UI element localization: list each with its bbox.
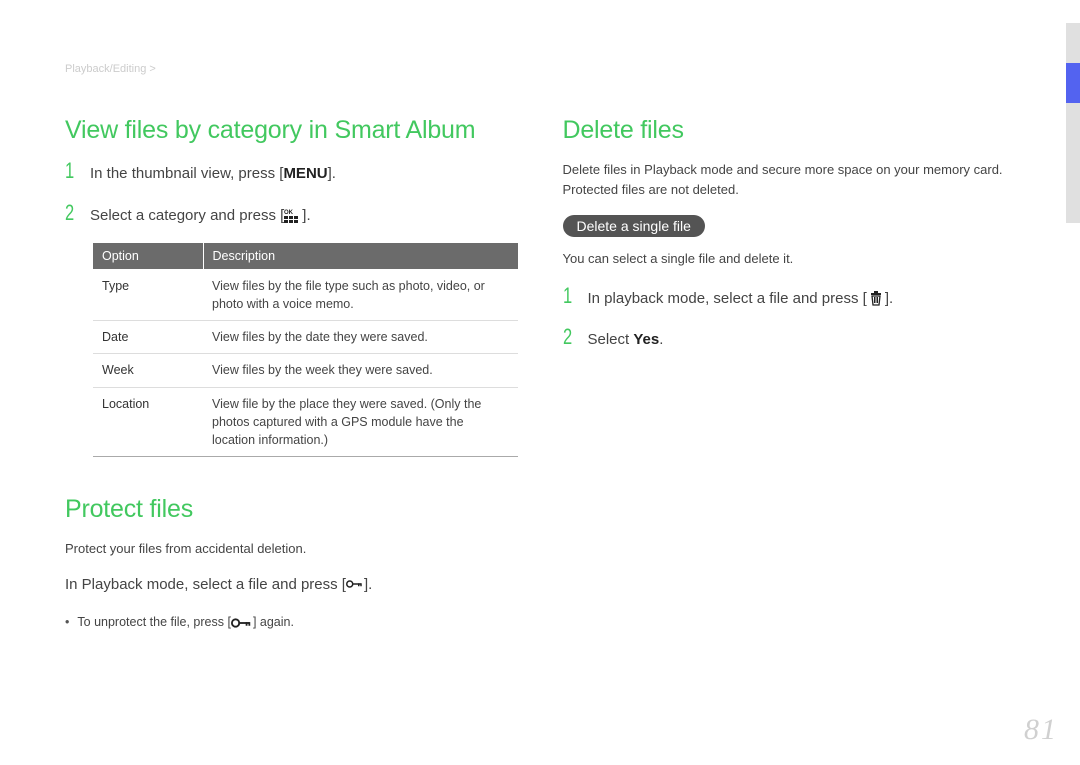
row-2-opt: Week (93, 354, 203, 387)
row-3-desc: View file by the place they were saved. … (203, 387, 518, 456)
svg-text:OK: OK (284, 210, 294, 216)
key-icon (346, 576, 364, 592)
delete-step-2-text: Select Yes. (588, 329, 664, 352)
delete-step-1-pre: In playback mode, select a file and pres… (588, 290, 867, 307)
side-tab-4 (1066, 143, 1080, 183)
options-table-wrap: Option Description Type View files by th… (93, 243, 518, 457)
protect-step: In Playback mode, select a file and pres… (65, 574, 518, 597)
ok-grid-icon: OK (284, 207, 302, 223)
step-2-number: 2 (65, 202, 76, 224)
step-1-pre: In the thumbnail view, press [ (90, 165, 283, 182)
protect-bullet-pre: To unprotect the file, press [ (77, 615, 231, 629)
breadcrumb: Playback/Editing > (65, 63, 156, 75)
heading-delete-files: Delete files (563, 116, 1016, 145)
delete-step-2: 2 Select Yes. (563, 326, 1016, 352)
heading-view-files: View files by category in Smart Album (65, 116, 518, 145)
th-option: Option (93, 243, 203, 270)
row-2-desc: View files by the week they were saved. (203, 354, 518, 387)
protect-step-text: In Playback mode, select a file and pres… (65, 574, 372, 597)
protect-bullet: To unprotect the file, press [ ] again. (65, 613, 518, 632)
row-0-opt: Type (93, 270, 203, 321)
delete-step-1-number: 1 (563, 285, 574, 307)
step-1-number: 1 (65, 160, 76, 182)
page-number: 81 (1024, 713, 1058, 747)
table-row: Type View files by the file type such as… (93, 270, 518, 321)
delete-step-1-post: ]. (885, 290, 893, 307)
protect-bullet-post: ] again. (253, 615, 294, 629)
protect-step-post: ]. (364, 576, 372, 593)
step-2-pre: Select a category and press [ (90, 207, 284, 224)
delete-desc: Delete files in Playback mode and secure… (563, 160, 1016, 199)
step-2-post: ]. (302, 207, 310, 224)
side-tabs (1066, 23, 1080, 223)
right-column: Delete files Delete files in Playback mo… (563, 116, 1016, 632)
trash-icon (867, 290, 885, 306)
table-row: Date View files by the date they were sa… (93, 321, 518, 354)
side-tab-3 (1066, 103, 1080, 143)
yes-label: Yes (633, 331, 659, 348)
pill-delete-single: Delete a single file (563, 215, 705, 237)
key-icon (231, 617, 253, 629)
side-tab-5 (1066, 183, 1080, 223)
protect-desc: Protect your files from accidental delet… (65, 539, 518, 559)
row-3-opt: Location (93, 387, 203, 456)
delete-step-2-number: 2 (563, 326, 574, 348)
delete-step-2-post: . (659, 331, 663, 348)
row-0-desc: View files by the file type such as phot… (203, 270, 518, 321)
th-description: Description (203, 243, 518, 270)
row-1-desc: View files by the date they were saved. (203, 321, 518, 354)
side-tab-2-active (1066, 63, 1080, 103)
delete-step-2-pre: Select (588, 331, 634, 348)
step-1-post: ]. (328, 165, 336, 182)
step-1-text: In the thumbnail view, press [MENU]. (90, 163, 336, 186)
step-2: 2 Select a category and press [OK]. (65, 202, 518, 228)
row-1-opt: Date (93, 321, 203, 354)
table-row: Week View files by the week they were sa… (93, 354, 518, 387)
left-column: View files by category in Smart Album 1 … (65, 116, 518, 632)
protect-step-pre: In Playback mode, select a file and pres… (65, 576, 346, 593)
step-2-text: Select a category and press [OK]. (90, 205, 311, 228)
menu-label: MENU (283, 165, 327, 182)
heading-protect-files: Protect files (65, 495, 518, 524)
delete-step-1: 1 In playback mode, select a file and pr… (563, 285, 1016, 311)
single-file-desc: You can select a single file and delete … (563, 249, 1016, 269)
step-1: 1 In the thumbnail view, press [MENU]. (65, 160, 518, 186)
table-row: Location View file by the place they wer… (93, 387, 518, 456)
options-table: Option Description Type View files by th… (93, 243, 518, 457)
side-tab-1 (1066, 23, 1080, 63)
delete-step-1-text: In playback mode, select a file and pres… (588, 288, 894, 311)
